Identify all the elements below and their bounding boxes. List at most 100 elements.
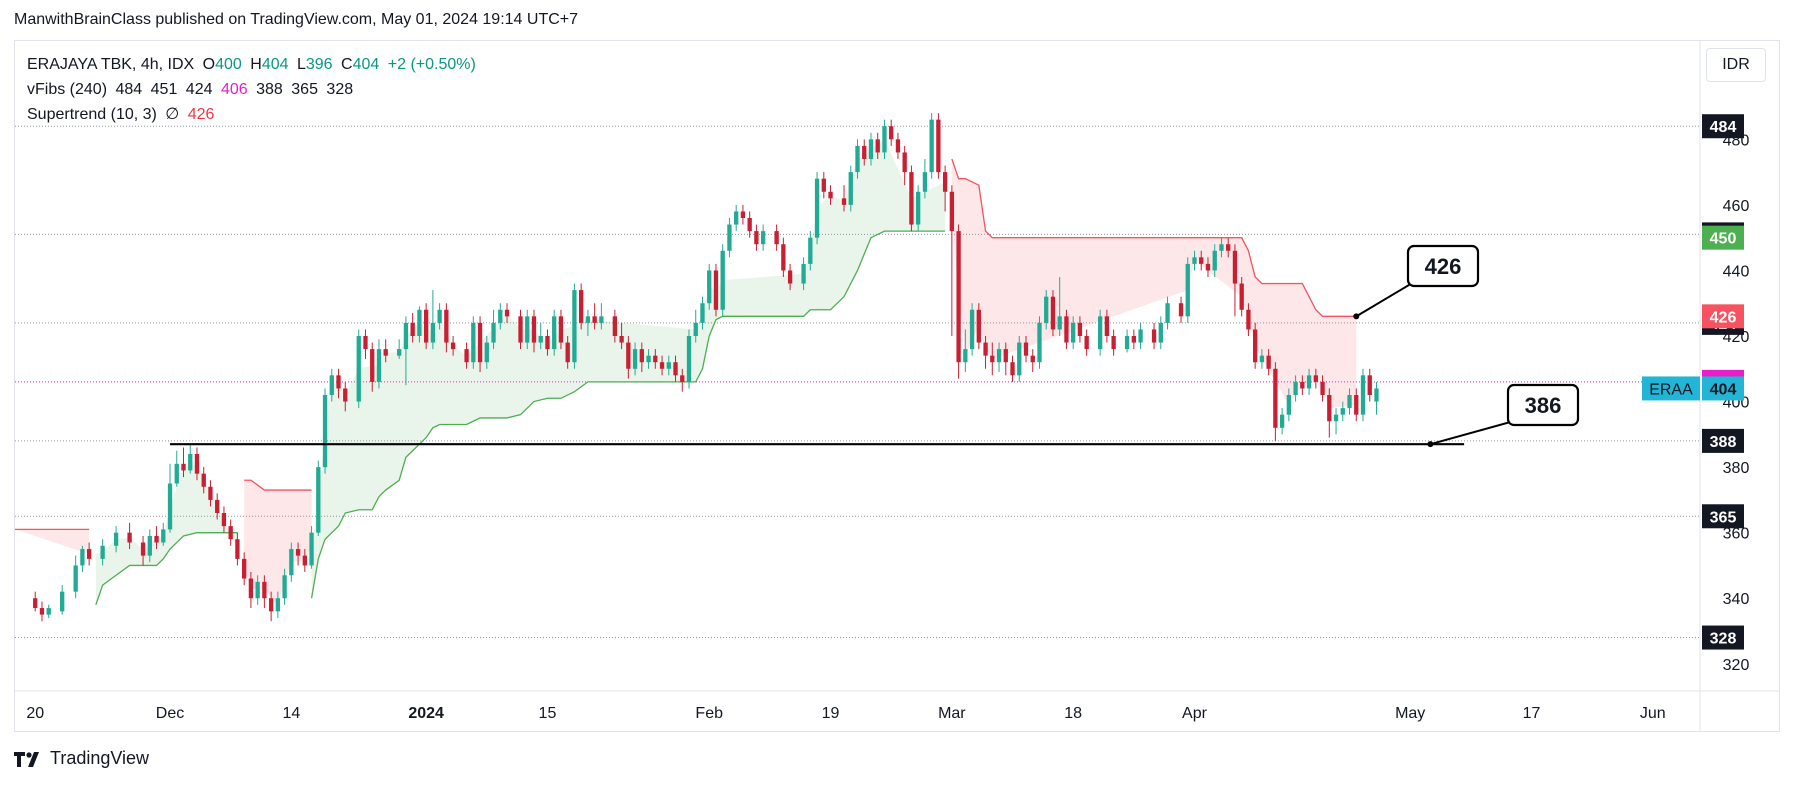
candle-down <box>1313 375 1318 382</box>
legend-close-value: 404 <box>352 56 380 73</box>
legend-vfibs-name[interactable]: vFibs (240) <box>27 81 107 98</box>
candle-up <box>1347 395 1352 409</box>
candle-down <box>619 336 624 343</box>
candle-down <box>1131 336 1136 343</box>
candle-down <box>680 375 685 382</box>
candle-down <box>208 486 213 500</box>
candle-down <box>1104 316 1110 336</box>
legend-vfibs-v6: 365 <box>291 81 318 98</box>
price-tick-label: 380 <box>1723 460 1750 477</box>
candle-up <box>929 119 934 173</box>
candle-up <box>646 355 651 363</box>
candle-down <box>754 231 759 245</box>
candle-down <box>295 549 301 556</box>
price-tag-label: 450 <box>1710 231 1737 248</box>
candle-down <box>1010 362 1015 376</box>
candle-down <box>942 172 948 192</box>
legend-open-label: O <box>202 56 216 73</box>
candle-down <box>1003 349 1008 363</box>
candle-down <box>592 316 597 323</box>
legend-supertrend-name[interactable]: Supertrend (10, 3) <box>27 106 157 123</box>
candle-down <box>713 270 719 310</box>
candle-down <box>558 316 564 343</box>
candle-up <box>1185 263 1190 317</box>
candle-up <box>322 395 328 468</box>
candle-up <box>525 316 530 343</box>
candle-down <box>1266 355 1271 369</box>
candle-up <box>734 211 739 225</box>
footer-brand-label: TradingView <box>50 748 150 768</box>
candle-up <box>700 303 705 323</box>
legend-vfibs-v7: 328 <box>326 81 354 98</box>
candle-up <box>1017 342 1022 376</box>
candle-up <box>289 549 294 576</box>
candle-down <box>747 218 752 232</box>
candle-up <box>868 139 874 159</box>
candle-down <box>1327 395 1332 422</box>
candle-up <box>1374 388 1379 402</box>
candle-up <box>1138 329 1143 343</box>
candle-up <box>599 316 604 323</box>
candle-down <box>242 558 247 579</box>
candle-up <box>814 178 820 238</box>
candle-down <box>579 290 584 323</box>
legend-high-label: H <box>250 56 262 73</box>
candle-down <box>194 454 200 474</box>
legend-symbol[interactable]: ERAJAYA TBK, 4h, IDX <box>27 56 194 73</box>
candle-down <box>889 126 894 140</box>
candle-down <box>1050 296 1056 330</box>
candle-up <box>1306 375 1312 389</box>
legend-high-value: 404 <box>261 56 289 73</box>
candle-up <box>437 309 442 323</box>
candle-up <box>167 483 173 530</box>
currency-button[interactable]: IDR <box>1706 48 1766 82</box>
candle-down <box>1111 336 1116 350</box>
candle-down <box>626 342 631 369</box>
candle-up <box>855 145 860 173</box>
time-tick-label: Apr <box>1182 705 1208 722</box>
candle-up <box>376 349 382 382</box>
candle-up <box>1333 414 1339 422</box>
supertrend-fill-down <box>15 529 90 554</box>
candle-down <box>787 270 793 284</box>
candle-up <box>969 309 975 350</box>
candle-down <box>1246 309 1251 330</box>
candle-down <box>1273 368 1278 428</box>
candle-up <box>1165 303 1170 323</box>
candle-up <box>720 250 725 310</box>
candle-up <box>498 309 503 323</box>
candle-up <box>1360 375 1366 415</box>
price-tick-label: 340 <box>1723 591 1750 608</box>
callout-426-label: 426 <box>1425 254 1462 279</box>
callout-426-pointer <box>1355 281 1434 318</box>
time-tick-label: Feb <box>695 705 723 722</box>
candle-up <box>1044 296 1049 323</box>
candle-down <box>1320 381 1325 395</box>
candle-down <box>1178 303 1184 317</box>
candle-up <box>255 581 260 599</box>
candle-up <box>403 322 409 350</box>
candle-down <box>1205 263 1211 271</box>
candle-up <box>686 336 692 382</box>
candle-down <box>531 316 537 343</box>
candle-up <box>397 349 402 356</box>
time-tick-label: Mar <box>938 705 966 722</box>
candle-down <box>902 152 907 173</box>
candle-down <box>450 342 456 350</box>
candle-up <box>1097 316 1103 350</box>
candle-up <box>417 309 422 336</box>
candle-down <box>140 542 146 556</box>
legend-vfibs-v5: 388 <box>256 81 283 98</box>
vfib-tag-label: 365 <box>1710 509 1737 526</box>
candle-down <box>504 309 510 317</box>
supertrend-fill-down <box>244 480 312 605</box>
candle-down <box>1023 342 1029 356</box>
candle-down <box>740 211 746 218</box>
candle-down <box>221 513 227 527</box>
candle-down <box>39 608 45 615</box>
footer-brand[interactable]: TradingView <box>14 748 149 769</box>
candle-down <box>154 535 159 543</box>
candle-up <box>801 263 806 284</box>
candle-up <box>1259 355 1265 363</box>
legend-change: +2 (+0.50%) <box>387 56 476 73</box>
